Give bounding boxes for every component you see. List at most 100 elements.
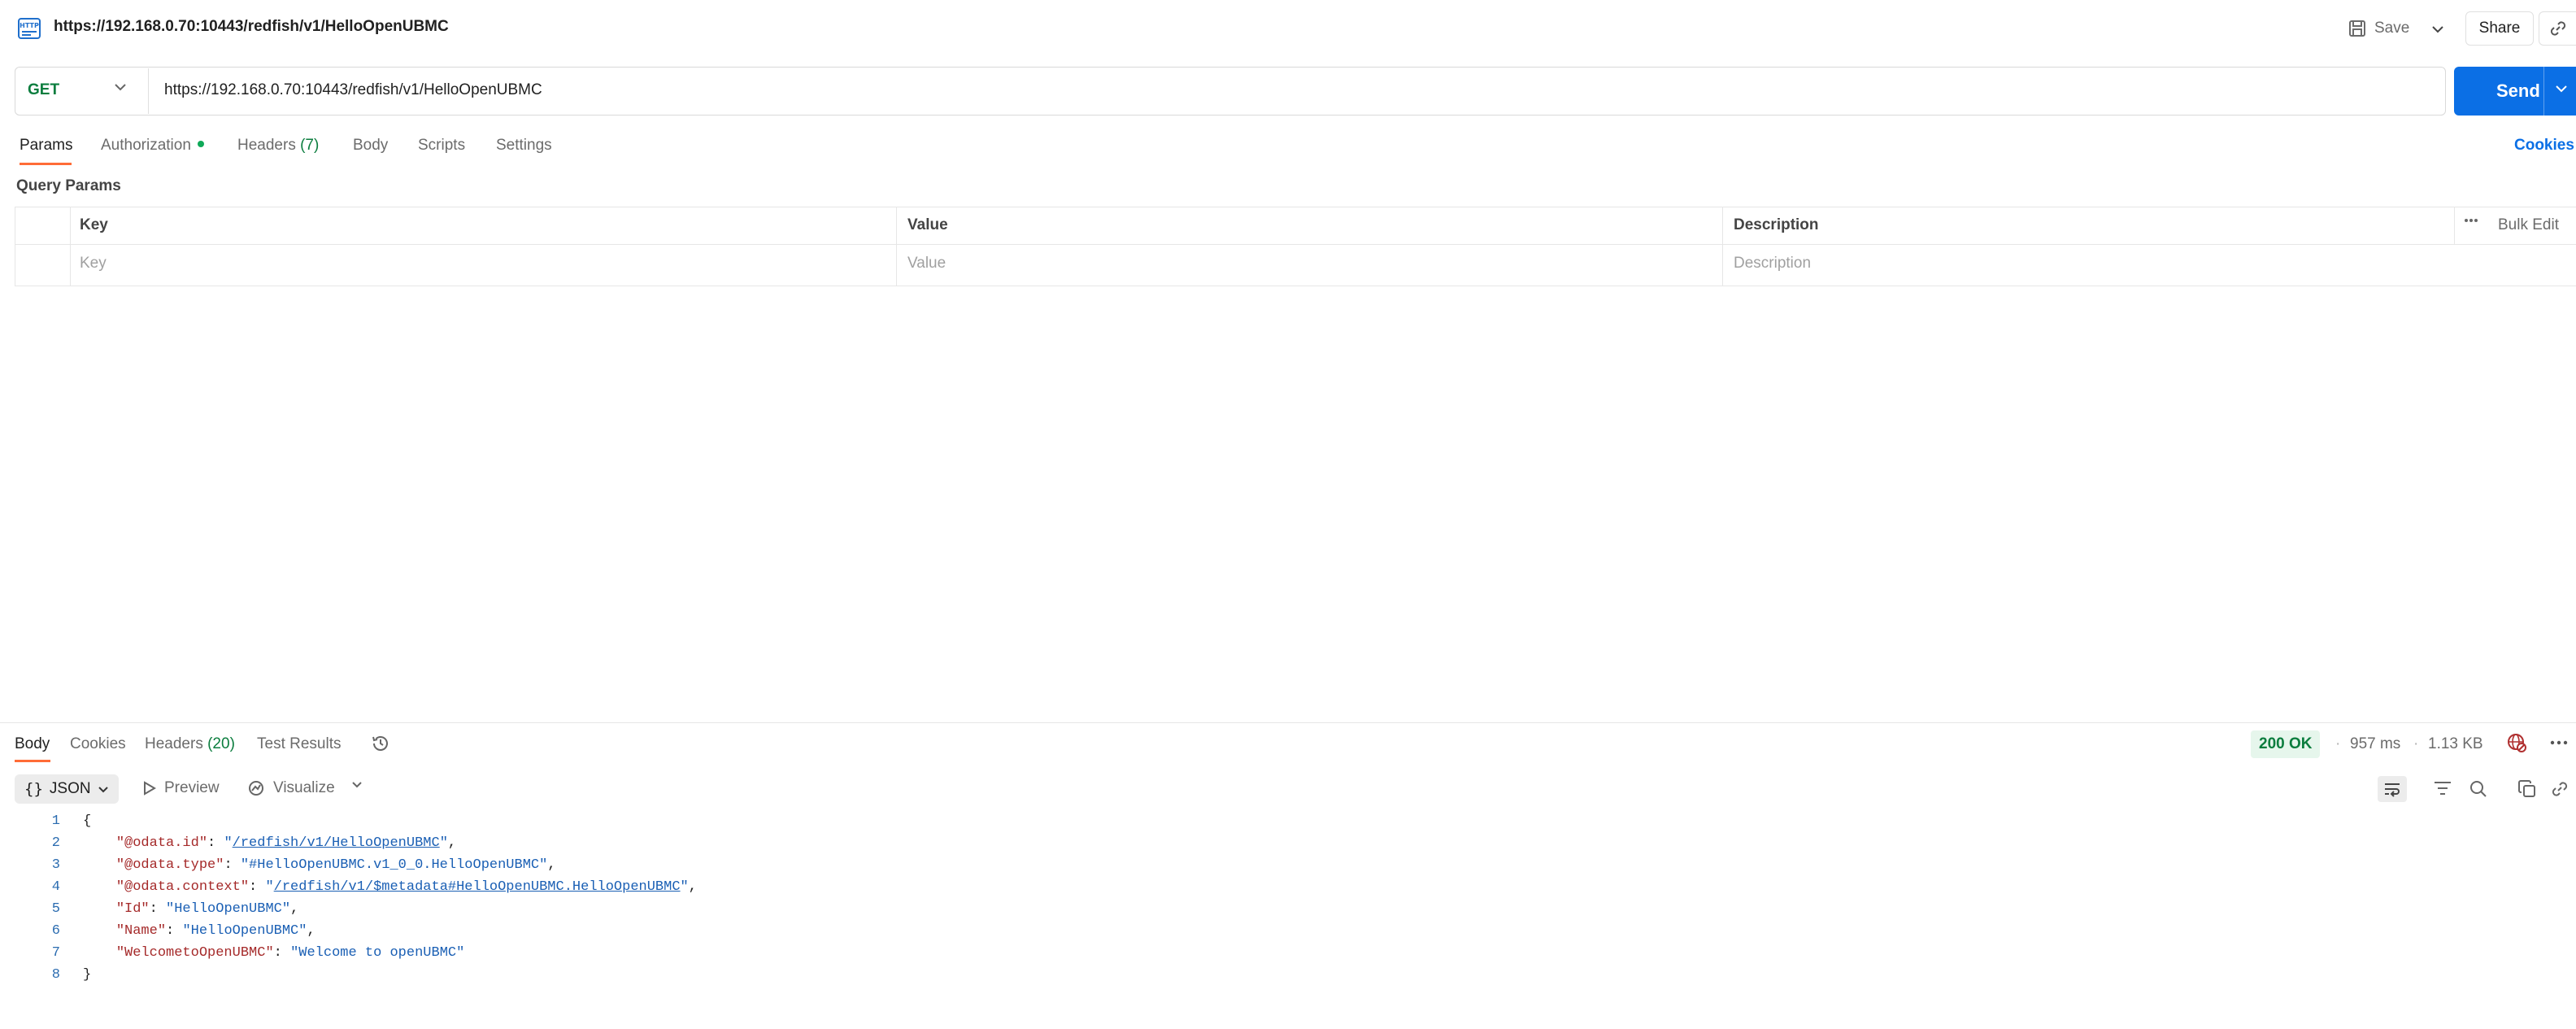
table-col-sep <box>896 207 897 286</box>
more-icon[interactable] <box>2550 740 2568 745</box>
tab-headers-label: Headers <box>237 137 296 154</box>
param-key-input[interactable]: Key <box>80 255 107 273</box>
active-tab-indicator <box>20 163 72 165</box>
response-time[interactable]: 957 ms <box>2350 735 2400 753</box>
visualize-label: Visualize <box>273 779 335 796</box>
json-punct <box>83 835 116 851</box>
json-punct: : <box>149 901 167 917</box>
table-col-sep <box>1722 207 1723 286</box>
response-tab-cookies[interactable]: Cookies <box>70 735 126 753</box>
tab-headers[interactable]: Headers (7) <box>237 137 319 155</box>
response-tab-headers-label: Headers <box>145 735 203 752</box>
json-punct: , <box>290 901 299 917</box>
code-line: "@odata.id": "/redfish/v1/HelloOpenUBMC"… <box>83 835 456 851</box>
tab-params[interactable]: Params <box>20 137 72 155</box>
globe-blocked-icon[interactable] <box>2506 732 2527 753</box>
copy-link-icon[interactable] <box>2539 11 2576 46</box>
response-tab-headers[interactable]: Headers (20) <box>145 735 235 753</box>
json-string: "#HelloOpenUBMC.v1_0_0.HelloOpenUBMC" <box>240 857 548 873</box>
line-number: 3 <box>51 857 60 873</box>
query-params-table <box>15 207 2576 286</box>
save-button[interactable]: Save <box>2348 16 2409 41</box>
param-description-input[interactable]: Description <box>1734 255 1811 273</box>
visualize-icon <box>247 779 265 797</box>
json-key: "@odata.context" <box>115 879 250 895</box>
json-key: "Name" <box>115 923 167 939</box>
method-chevron-down-icon[interactable] <box>114 83 127 91</box>
json-key: "@odata.id" <box>115 835 208 851</box>
preview-label: Preview <box>164 779 220 796</box>
url-input[interactable]: https://192.168.0.70:10443/redfish/v1/He… <box>164 81 542 99</box>
share-button[interactable]: Share <box>2465 11 2534 46</box>
preview-button[interactable]: Preview <box>143 779 220 797</box>
braces-icon: {} <box>24 780 43 798</box>
save-options-chevron-down-icon[interactable] <box>2426 18 2449 41</box>
send-options-chevron-down-icon[interactable] <box>2555 85 2568 93</box>
param-value-input[interactable]: Value <box>907 255 946 273</box>
more-options-icon[interactable] <box>2464 218 2478 223</box>
tab-body[interactable]: Body <box>353 137 388 155</box>
response-headers-count: (20) <box>207 735 235 752</box>
tab-scripts[interactable]: Scripts <box>418 137 465 155</box>
json-punct <box>83 901 116 917</box>
cookies-link[interactable]: Cookies <box>2514 137 2574 155</box>
json-key: "@odata.type" <box>115 857 224 873</box>
json-punct: : <box>273 945 291 961</box>
format-label: JSON <box>49 780 91 797</box>
code-line: "WelcometoOpenUBMC": "Welcome to openUBM… <box>83 945 465 961</box>
response-divider[interactable] <box>0 722 2576 723</box>
column-header-description: Description <box>1734 216 1819 233</box>
json-string: "HelloOpenUBMC" <box>182 923 307 939</box>
line-number: 8 <box>51 967 60 983</box>
json-string: " <box>265 879 274 895</box>
json-key: "WelcometoOpenUBMC" <box>115 945 274 961</box>
auth-status-dot <box>197 140 204 147</box>
json-string: " <box>680 879 689 895</box>
json-string: "Welcome to openUBMC" <box>290 945 465 961</box>
line-number: 5 <box>51 901 60 917</box>
line-number: 6 <box>51 923 60 939</box>
table-row-separator <box>15 244 2576 245</box>
json-string: "HelloOpenUBMC" <box>166 901 291 917</box>
history-icon[interactable] <box>371 734 390 753</box>
bulk-edit-button[interactable]: Bulk Edit <box>2498 216 2559 234</box>
http-icon: HTTP <box>18 18 41 39</box>
json-punct: { <box>83 813 92 829</box>
copy-icon[interactable] <box>2517 779 2537 799</box>
meta-separator: · <box>2335 735 2341 752</box>
visualize-chevron-down-icon[interactable] <box>351 781 363 788</box>
visualize-button[interactable]: Visualize <box>247 779 335 797</box>
json-punct <box>83 945 116 961</box>
method-select[interactable]: GET <box>28 81 59 99</box>
filter-icon[interactable] <box>2433 779 2452 797</box>
send-button[interactable]: Send <box>2454 67 2576 116</box>
format-select[interactable]: {} JSON <box>15 774 119 804</box>
response-tab-body[interactable]: Body <box>15 735 50 753</box>
tab-headers-count: (7) <box>300 137 320 154</box>
response-size[interactable]: 1.13 KB <box>2428 735 2483 753</box>
wrap-lines-icon[interactable] <box>2378 776 2407 802</box>
send-divider <box>2543 67 2544 116</box>
request-title[interactable]: https://192.168.0.70:10443/redfish/v1/He… <box>54 18 449 36</box>
link-icon[interactable] <box>2550 779 2569 799</box>
tab-authorization[interactable]: Authorization <box>101 137 204 155</box>
json-link[interactable]: /redfish/v1/HelloOpenUBMC <box>233 835 440 851</box>
json-punct: , <box>547 857 556 873</box>
json-punct: : <box>249 879 266 895</box>
search-icon[interactable] <box>2469 779 2488 799</box>
svg-text:HTTP: HTTP <box>20 22 39 29</box>
column-header-key: Key <box>80 216 108 233</box>
json-punct <box>83 923 116 939</box>
tab-settings[interactable]: Settings <box>496 137 552 155</box>
response-tab-test-results[interactable]: Test Results <box>257 735 341 753</box>
line-number: 7 <box>51 945 60 961</box>
save-icon <box>2348 20 2366 37</box>
tab-authorization-label: Authorization <box>101 137 191 154</box>
json-key: "Id" <box>115 901 150 917</box>
json-punct: : <box>207 835 224 851</box>
json-link[interactable]: /redfish/v1/$metadata#HelloOpenUBMC.Hell… <box>274 879 681 895</box>
play-icon <box>143 781 156 796</box>
status-badge[interactable]: 200 OK <box>2251 730 2321 758</box>
code-line: "@odata.type": "#HelloOpenUBMC.v1_0_0.He… <box>83 857 556 873</box>
table-col-sep <box>70 207 71 286</box>
